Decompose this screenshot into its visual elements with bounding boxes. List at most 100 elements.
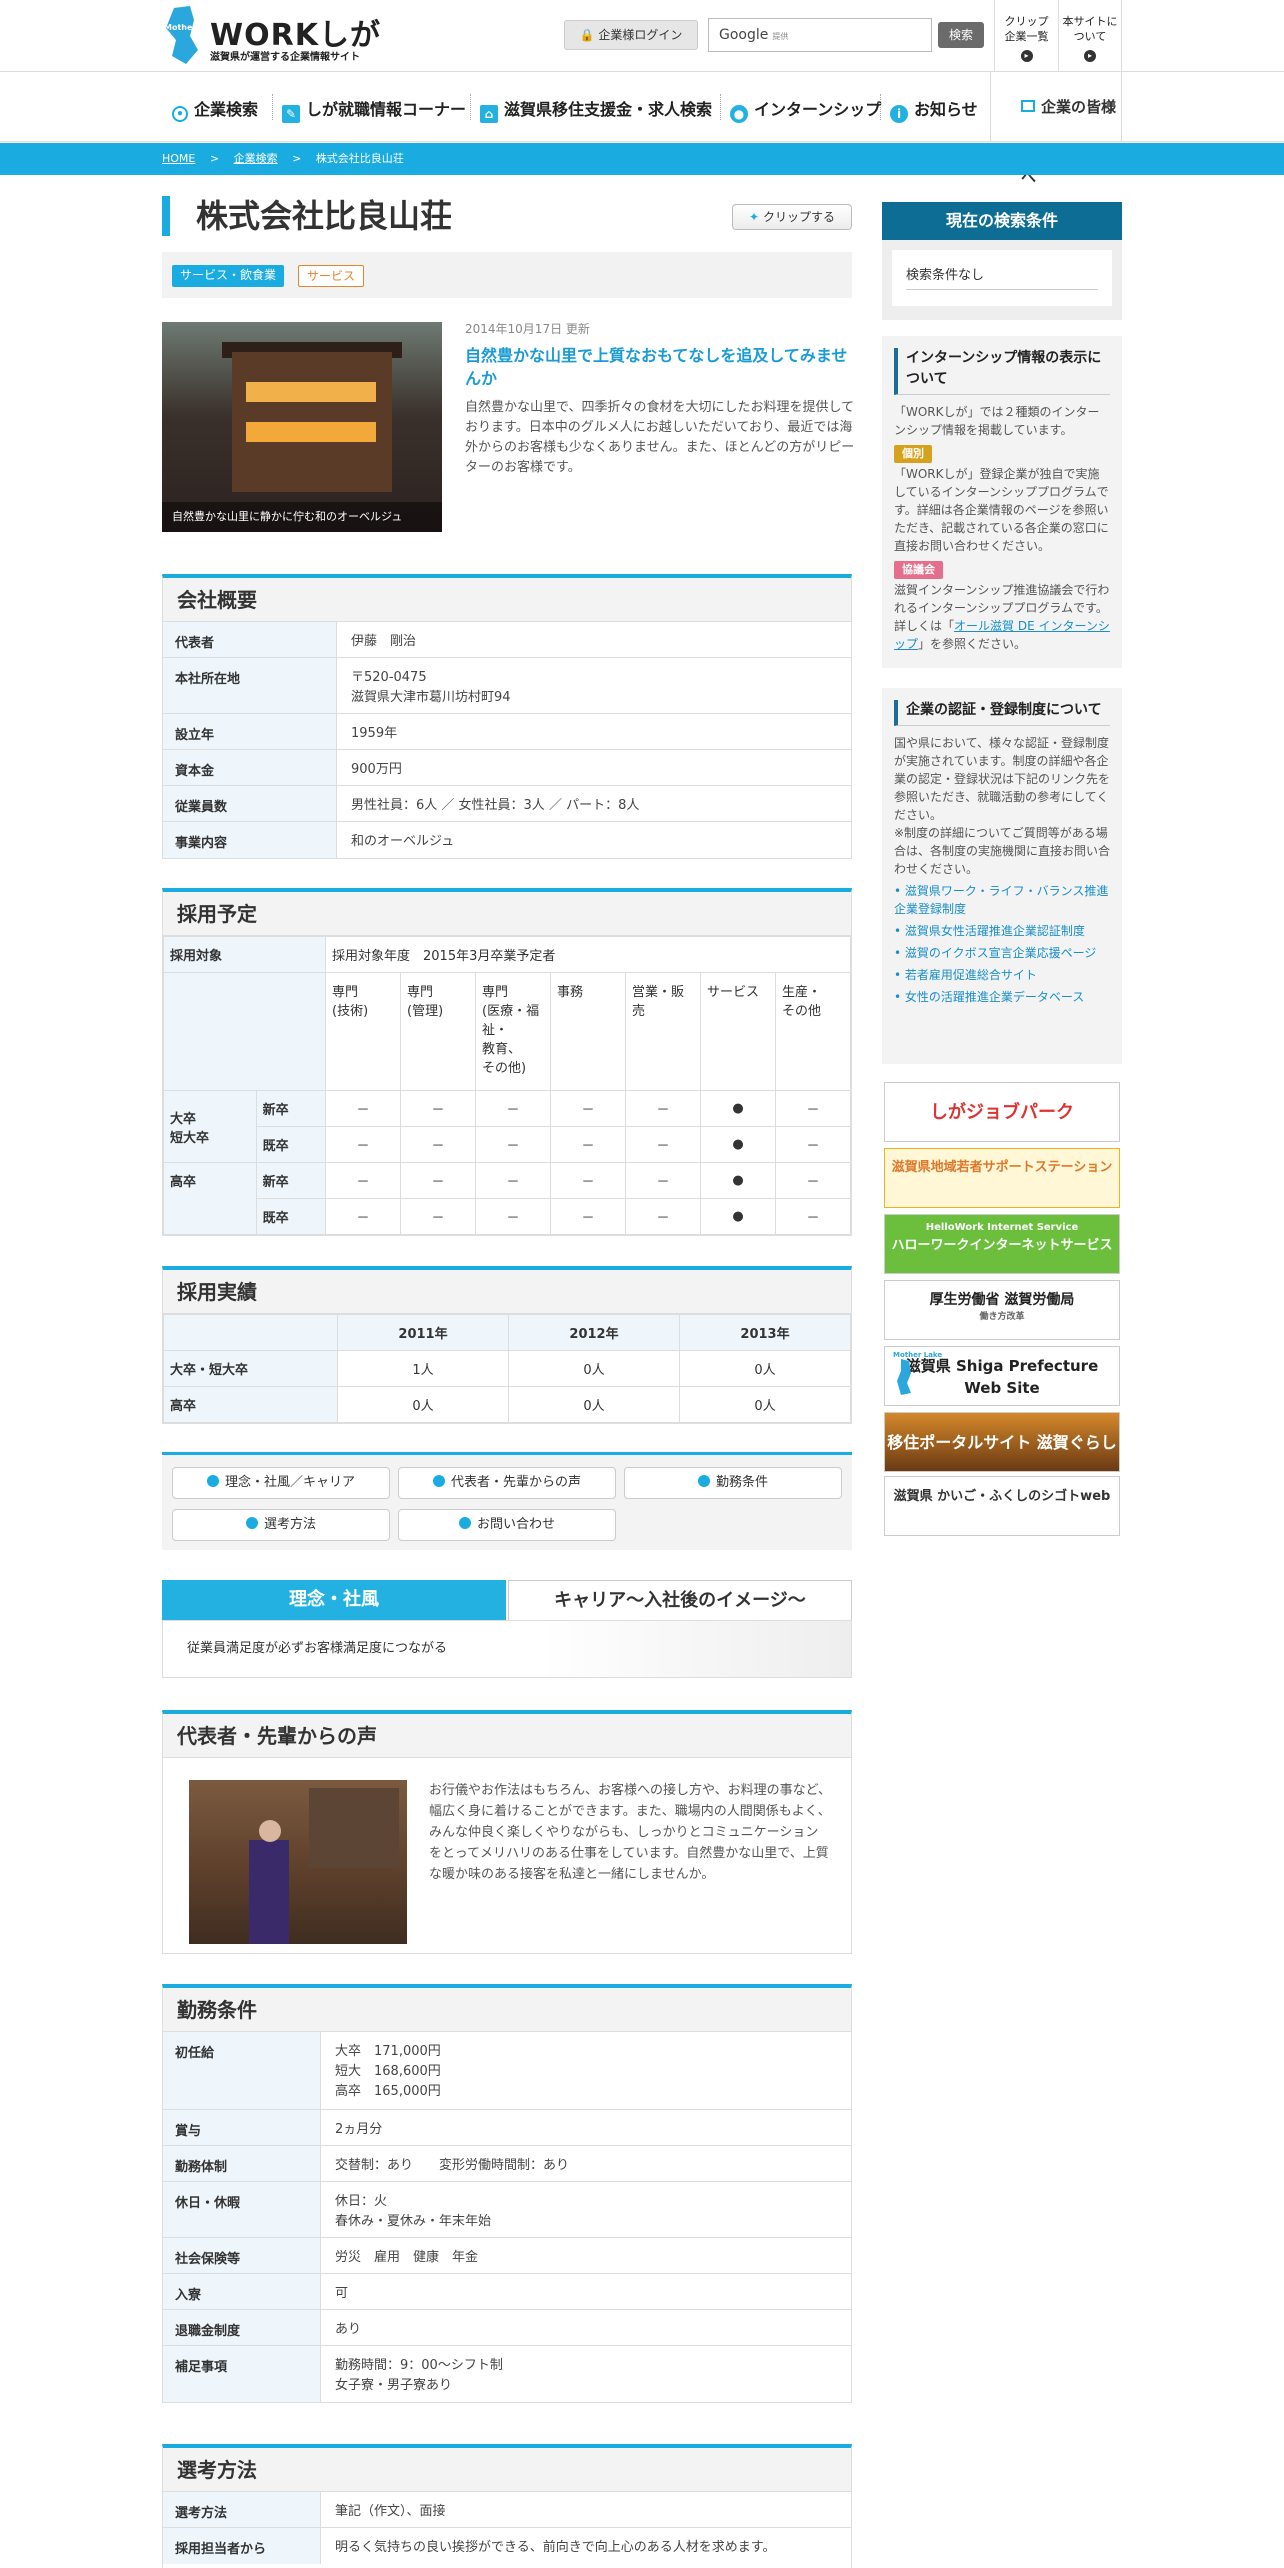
voice-section: 代表者・先輩からの声 お行儀やお作法はもちろん、お客様への接し方や、お料理の事な…: [162, 1710, 852, 1954]
site-logo[interactable]: Mother Lake WORKしが 滋賀県が運営する企業情報サイト: [160, 6, 390, 64]
lock-icon: 🔒: [579, 28, 595, 42]
table-row: 休日・休暇 休日：火 春休み・夏休み・年末年始: [163, 2182, 851, 2238]
table-row: 採用担当者から 明るく気持ちの良い挨拶ができる、前向きで向上心のある人材を求めます…: [163, 2528, 851, 2564]
arrow-icon: ▸: [1020, 50, 1033, 62]
section-title: 採用実績: [163, 1270, 851, 1314]
pin-icon: ✦: [749, 210, 760, 224]
table-row: 設立年 1959年: [163, 714, 851, 750]
voice-text: お行儀やお作法はもちろん、お客様への接し方や、お料理の事など、幅広く身に着けるこ…: [429, 1783, 831, 1882]
banner-shiga-gurashi[interactable]: 移住ポータルサイト 滋賀ぐらし: [884, 1412, 1120, 1472]
search-conditions-value: 検索条件なし: [906, 264, 1098, 290]
banner-job-park[interactable]: しがジョブパーク: [884, 1082, 1120, 1142]
arrow-icon: [206, 1475, 219, 1487]
photo-caption: 自然豊かな山里に静かに佇む和のオーベルジュ: [162, 502, 442, 532]
arrow-icon: [697, 1475, 710, 1487]
link-voice[interactable]: 代表者・先輩からの声: [398, 1467, 616, 1499]
house-icon: ⌂: [480, 105, 498, 123]
nav-for-companies[interactable]: 企業の皆様へ: [990, 72, 1122, 186]
company-description: 自然豊かな山里で、四季折々の食材を大切にしたお料理を提供しております。日本中のグ…: [465, 400, 855, 475]
cert-link[interactable]: • 滋賀県ワーク・ライフ・バランス推進企業登録制度: [894, 882, 1110, 918]
section-links: 理念・社風／キャリア 代表者・先輩からの声 勤務条件 選考方法 お問い合わせ: [162, 1452, 852, 1550]
headline: 自然豊かな山里で上質なおもてなしを追及してみませんか: [465, 346, 848, 388]
arrow-icon: [458, 1517, 471, 1529]
sidebar-title: 現在の検索条件: [882, 202, 1122, 240]
sidebar-title: 企業の認証・登録制度について: [894, 700, 1110, 726]
mother-lake-icon: [166, 6, 198, 64]
nav-internship[interactable]: ● インターンシップ: [730, 96, 881, 123]
breadcrumb: HOME > 企業検索 > 株式会社比良山荘: [0, 143, 1284, 175]
update-date: 2014年10月17日 更新: [465, 322, 590, 336]
philosophy-tabs: 理念・社風 キャリア～入社後のイメージ～ 従業員満足度が必ずお客様満足度につなが…: [162, 1580, 852, 1680]
recruit-plan-table: 採用対象 採用対象年度 2015年3月卒業予定者 専門 (技術) 専門 (管理) …: [163, 936, 851, 1235]
certification-box: 企業の認証・登録制度について 国や県において、様々な認証・登録制度が実施されてい…: [882, 688, 1122, 1064]
arrow-icon: [245, 1517, 258, 1529]
main-nav: • 企業検索 ✎ しが就職情報コーナー ⌂ 滋賀県移住支援金・求人検索 ● インターンシ…: [0, 72, 1284, 186]
search-icon: •: [172, 106, 188, 122]
table-row: 勤務体制 交替制：あり 変形労働時間制：あり: [163, 2146, 851, 2182]
nav-shiga-jobs[interactable]: ✎ しが就職情報コーナー: [282, 96, 466, 123]
info-icon: i: [890, 105, 908, 123]
corp-icon: [1021, 100, 1035, 112]
recruit-results-section: 採用実績 2011年 2012年 2013年 大卒・短大卒 1人 0人 0人 高卒 0人 0人…: [162, 1266, 852, 1424]
cert-link[interactable]: • 滋賀県女性活躍推進企業認証制度: [894, 922, 1110, 940]
banner-kaigo-fukushi[interactable]: 滋賀県 かいご・ふくしのシゴトweb: [884, 1476, 1120, 1536]
nav-divider: [880, 94, 881, 120]
search-conditions-box: 現在の検索条件 検索条件なし: [882, 202, 1122, 320]
sidebar-title: インターンシップ情報の表示について: [894, 348, 1110, 395]
link-selection[interactable]: 選考方法: [172, 1509, 390, 1541]
section-title: 代表者・先輩からの声: [163, 1714, 851, 1758]
nav-divider: [272, 94, 273, 120]
banner-support-station[interactable]: 滋賀県地域若者サポートステーション: [884, 1148, 1120, 1208]
breadcrumb-current: 株式会社比良山荘: [315, 152, 404, 165]
section-title: 勤務条件: [163, 1988, 851, 2032]
table-row: 初任給 大卒 171,000円 短大 168,600円 高卒 165,000円: [163, 2032, 851, 2110]
tab-career[interactable]: キャリア～入社後のイメージ～: [508, 1580, 852, 1620]
logo-subtitle: 滋賀県が運営する企業情報サイト: [210, 52, 360, 63]
page-title: 株式会社比良山荘: [162, 196, 452, 236]
selection-section: 選考方法 選考方法 筆記（作文）、面接 採用担当者から 明るく気持ちの良い挨拶ができ…: [162, 2444, 852, 2568]
nav-company-search[interactable]: • 企業検索: [172, 96, 258, 122]
table-row: 選考方法 筆記（作文）、面接: [163, 2492, 851, 2528]
cert-link[interactable]: • 女性の活躍推進企業データベース: [894, 988, 1110, 1006]
table-row: 退職金制度 あり: [163, 2310, 851, 2346]
mother-lake-icon: [897, 1359, 911, 1395]
cert-link[interactable]: • 滋賀のイクボス宣言企業応援ページ: [894, 944, 1110, 962]
category-tag: サービス: [298, 265, 365, 287]
link-conditions[interactable]: 勤務条件: [624, 1467, 842, 1499]
recruit-results-table: 2011年 2012年 2013年 大卒・短大卒 1人 0人 0人 高卒 0人 0人 0人: [163, 1314, 851, 1423]
search-button[interactable]: 検索: [938, 22, 984, 48]
badge-council: 協議会: [894, 561, 943, 579]
site-header: Mother Lake WORKしが 滋賀県が運営する企業情報サイト 🔒 企業様…: [0, 0, 1284, 72]
login-button[interactable]: 🔒 企業様ログイン: [564, 20, 698, 50]
nav-divider: [470, 94, 471, 120]
nav-relocation[interactable]: ⌂ 滋賀県移住支援金・求人検索: [480, 96, 712, 123]
banner-hellowork[interactable]: HelloWork Internet Service ハローワークインターネットサ…: [884, 1214, 1120, 1274]
cert-link[interactable]: • 若者雇用促進総合サイト: [894, 966, 1110, 984]
banner-labor-bureau[interactable]: 厚生労働省 滋賀労働局 働き方改革: [884, 1280, 1120, 1340]
link-philosophy[interactable]: 理念・社風／キャリア: [172, 1467, 390, 1499]
table-row: 事業内容 和のオーベルジュ: [163, 822, 851, 858]
nav-news[interactable]: i お知らせ: [890, 96, 978, 123]
tab-philosophy[interactable]: 理念・社風: [162, 1580, 506, 1620]
clip-button[interactable]: ✦ クリップする: [732, 204, 852, 230]
table-row: 補足事項 勤務時間：9：00～シフト制 女子寮・男子寮あり: [163, 2346, 851, 2402]
breadcrumb-search[interactable]: 企業検索: [234, 152, 278, 165]
banner-shiga-pref[interactable]: Mother Lake 滋賀県 Shiga Prefecture Web Site: [884, 1346, 1120, 1406]
table-row: 本社所在地 〒520-0475 滋賀県大津市葛川坊村町94: [163, 658, 851, 714]
about-link[interactable]: 本サイトに ついて ▸: [1058, 0, 1122, 72]
breadcrumb-home[interactable]: HOME: [162, 152, 195, 165]
table-row: 入寮可: [163, 2274, 851, 2310]
search-input[interactable]: Google 提供: [708, 18, 932, 52]
link-contact[interactable]: お問い合わせ: [398, 1509, 616, 1541]
recruit-plan-section: 採用予定 採用対象 採用対象年度 2015年3月卒業予定者 専門 (技術) 専門 …: [162, 888, 852, 1236]
industry-tags: サービス・飲食業 サービス: [162, 252, 852, 298]
table-row: 社会保険等 労災 雇用 健康 年金: [163, 2238, 851, 2274]
section-title: 採用予定: [163, 892, 851, 936]
industry-tag: サービス・飲食業: [172, 265, 285, 287]
badge-individual: 個別: [894, 445, 932, 463]
clip-list-link[interactable]: クリップ 企業一覧 ▸: [994, 0, 1058, 72]
pen-icon: ✎: [282, 105, 300, 123]
section-title: 会社概要: [163, 578, 851, 622]
table-row: 資本金 900万円: [163, 750, 851, 786]
staff-photo: [189, 1780, 407, 1944]
